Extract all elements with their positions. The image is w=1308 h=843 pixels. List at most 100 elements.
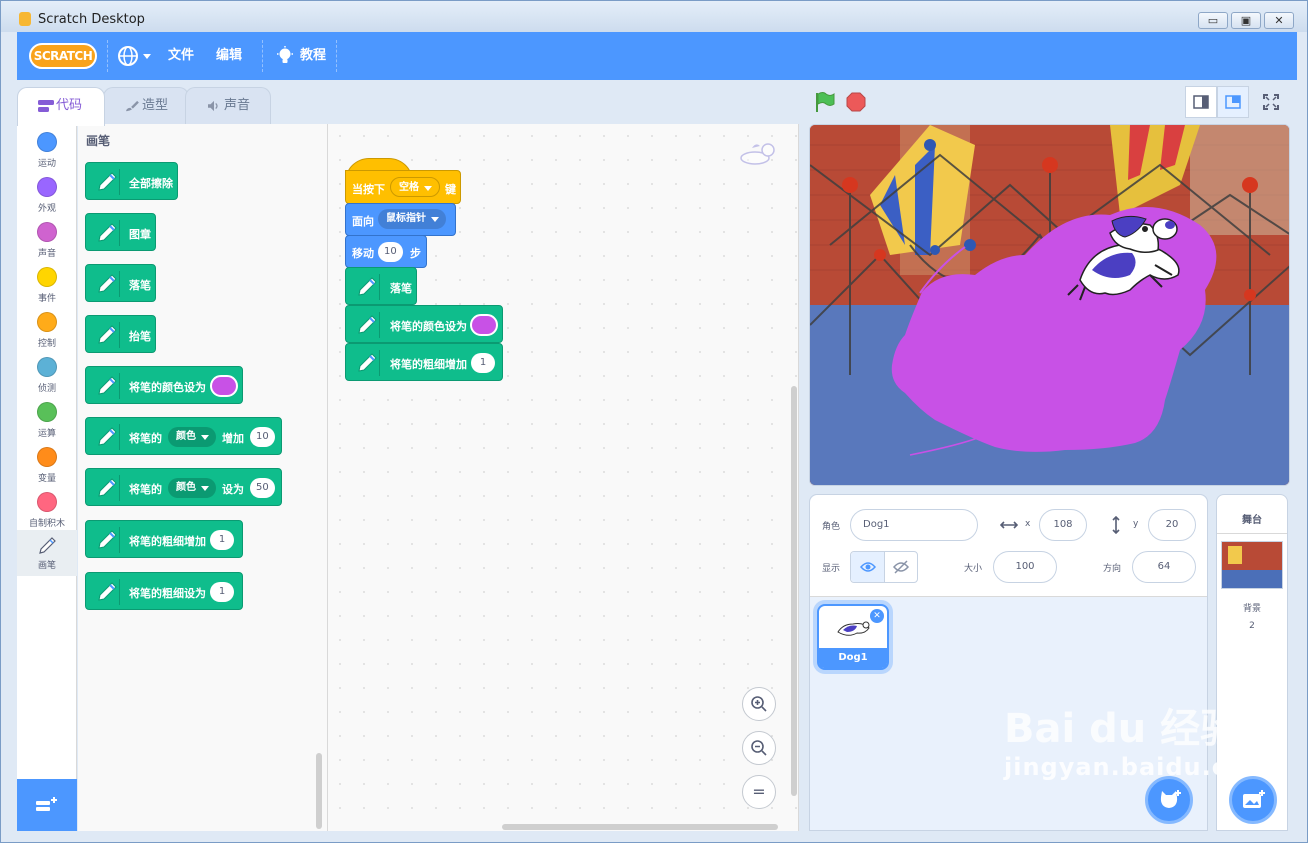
pen-extension-icon bbox=[94, 373, 120, 399]
green-flag-icon[interactable] bbox=[813, 91, 835, 113]
sprite-thumbnail[interactable]: ✕ Dog1 bbox=[817, 604, 889, 670]
title-bar: Scratch Desktop ▭ ▣ ✕ bbox=[1, 1, 1307, 32]
category-label: 声音 bbox=[37, 249, 56, 259]
large-stage-button[interactable] bbox=[1217, 86, 1249, 118]
show-visible-button[interactable] bbox=[851, 552, 885, 582]
zoom-in-button[interactable] bbox=[742, 687, 776, 721]
category-sensing[interactable]: 侦测 bbox=[17, 353, 77, 397]
block-set-pen-color[interactable]: 将笔的颜色设为 bbox=[85, 366, 243, 404]
sprite-name-input[interactable]: Dog1 bbox=[850, 509, 978, 541]
block-pen-up[interactable]: 抬笔 bbox=[85, 315, 156, 353]
block-set-pen-param[interactable]: 将笔的 颜色 设为 50 bbox=[85, 468, 282, 506]
key-dropdown[interactable]: 空格 bbox=[390, 177, 440, 197]
block-when-key-pressed[interactable]: 当按下 空格 键 bbox=[345, 170, 461, 204]
backdrop-thumbnail[interactable] bbox=[1221, 541, 1283, 589]
target-dropdown[interactable]: 鼠标指针 bbox=[378, 209, 446, 229]
number-input[interactable]: 10 bbox=[250, 427, 275, 447]
category-events[interactable]: 事件 bbox=[17, 263, 77, 307]
backdrops-count: 2 bbox=[1249, 621, 1255, 631]
block-move-steps[interactable]: 移动 10 步 bbox=[345, 235, 427, 268]
category-dot bbox=[37, 447, 57, 467]
zoom-out-button[interactable] bbox=[742, 731, 776, 765]
baidu-watermark: Bai du 经验 jingyan.baidu.com bbox=[1004, 706, 1270, 782]
choose-sprite-button[interactable] bbox=[1145, 776, 1193, 824]
direction-input[interactable]: 64 bbox=[1132, 551, 1196, 583]
choose-backdrop-button[interactable] bbox=[1229, 776, 1277, 824]
block-change-pen-size[interactable]: 将笔的粗细增加 1 bbox=[345, 343, 503, 381]
category-looks[interactable]: 外观 bbox=[17, 173, 77, 217]
block-label: 增加 bbox=[222, 432, 244, 445]
category-variables[interactable]: 变量 bbox=[17, 443, 77, 487]
block-label: 落笔 bbox=[390, 282, 412, 295]
tab-costumes[interactable]: 造型 bbox=[103, 87, 189, 125]
block-set-pen-size[interactable]: 将笔的粗细设为 1 bbox=[85, 572, 243, 610]
y-input[interactable]: 20 bbox=[1148, 509, 1196, 541]
tab-code[interactable]: 代码 bbox=[17, 87, 105, 126]
delete-sprite-button[interactable]: ✕ bbox=[870, 609, 884, 623]
block-change-pen-param[interactable]: 将笔的 颜色 增加 10 bbox=[85, 417, 282, 455]
minimize-button[interactable]: ▭ bbox=[1198, 12, 1228, 29]
edit-menu[interactable]: 编辑 bbox=[216, 32, 242, 80]
tab-sounds[interactable]: 声音 bbox=[185, 87, 271, 125]
block-label: 抬笔 bbox=[129, 330, 151, 343]
category-my-blocks[interactable]: 自制积木 bbox=[17, 488, 77, 532]
workspace-vscrollbar[interactable] bbox=[791, 386, 797, 796]
stage-canvas[interactable] bbox=[809, 124, 1290, 486]
size-input[interactable]: 100 bbox=[993, 551, 1057, 583]
fullscreen-button[interactable] bbox=[1255, 86, 1287, 118]
category-label: 外观 bbox=[37, 204, 56, 214]
category-label: 侦测 bbox=[37, 384, 56, 394]
category-pen[interactable]: 画笔 bbox=[17, 530, 77, 576]
menu-divider bbox=[336, 40, 337, 72]
block-label: 设为 bbox=[222, 483, 244, 496]
block-change-pen-size[interactable]: 将笔的粗细增加 1 bbox=[85, 520, 243, 558]
category-motion[interactable]: 运动 bbox=[17, 128, 77, 172]
number-input[interactable]: 50 bbox=[250, 478, 275, 498]
block-point-towards[interactable]: 面向 鼠标指针 bbox=[345, 203, 456, 236]
file-menu[interactable]: 文件 bbox=[168, 32, 194, 80]
palette-scrollbar[interactable] bbox=[316, 753, 322, 829]
category-control[interactable]: 控制 bbox=[17, 308, 77, 352]
param-dropdown[interactable]: 颜色 bbox=[168, 478, 216, 498]
color-swatch-input[interactable] bbox=[470, 314, 498, 336]
cat-add-icon bbox=[1160, 790, 1181, 808]
block-label: 将笔的 bbox=[129, 483, 162, 496]
tab-sounds-label: 声音 bbox=[224, 98, 251, 113]
close-button[interactable]: ✕ bbox=[1264, 12, 1294, 29]
pen-extension-icon bbox=[354, 274, 380, 300]
tutorials-label: 教程 bbox=[300, 48, 327, 63]
menu-divider bbox=[107, 40, 108, 72]
number-input[interactable]: 1 bbox=[210, 582, 234, 602]
block-set-pen-color[interactable]: 将笔的颜色设为 bbox=[345, 305, 503, 343]
number-input[interactable]: 1 bbox=[471, 353, 495, 373]
block-label: 将笔的颜色设为 bbox=[390, 320, 467, 333]
maximize-button[interactable]: ▣ bbox=[1231, 12, 1261, 29]
tutorials-menu[interactable]: 教程 bbox=[276, 32, 326, 80]
param-dropdown[interactable]: 颜色 bbox=[168, 427, 216, 447]
add-extension-button[interactable] bbox=[17, 779, 77, 831]
show-hidden-button[interactable] bbox=[885, 552, 917, 582]
block-erase-all[interactable]: 全部擦除 bbox=[85, 162, 178, 200]
x-input[interactable]: 108 bbox=[1039, 509, 1087, 541]
app-window: Scratch Desktop ▭ ▣ ✕ SCRATCH 文件 编辑 教程 代… bbox=[0, 0, 1308, 843]
category-label: 运算 bbox=[37, 429, 56, 439]
color-swatch-input[interactable] bbox=[210, 375, 238, 397]
y-label: y bbox=[1133, 519, 1139, 529]
block-label: 面向 bbox=[352, 215, 374, 228]
workspace-hscrollbar[interactable] bbox=[502, 824, 778, 830]
stop-icon[interactable] bbox=[846, 92, 866, 112]
block-pen-down[interactable]: 落笔 bbox=[85, 264, 156, 302]
category-dot bbox=[37, 312, 57, 332]
block-stamp[interactable]: 图章 bbox=[85, 213, 156, 251]
scratch-logo[interactable]: SCRATCH bbox=[29, 43, 97, 69]
small-stage-button[interactable] bbox=[1185, 86, 1217, 118]
zoom-reset-button[interactable]: = bbox=[742, 775, 776, 809]
category-dot bbox=[37, 132, 57, 152]
block-pen-down[interactable]: 落笔 bbox=[345, 267, 417, 305]
category-operators[interactable]: 运算 bbox=[17, 398, 77, 442]
stage-scene bbox=[810, 125, 1289, 485]
number-input[interactable]: 1 bbox=[210, 530, 234, 550]
category-sound[interactable]: 声音 bbox=[17, 218, 77, 262]
block-label: 将笔的 bbox=[129, 432, 162, 445]
number-input[interactable]: 10 bbox=[378, 242, 403, 262]
